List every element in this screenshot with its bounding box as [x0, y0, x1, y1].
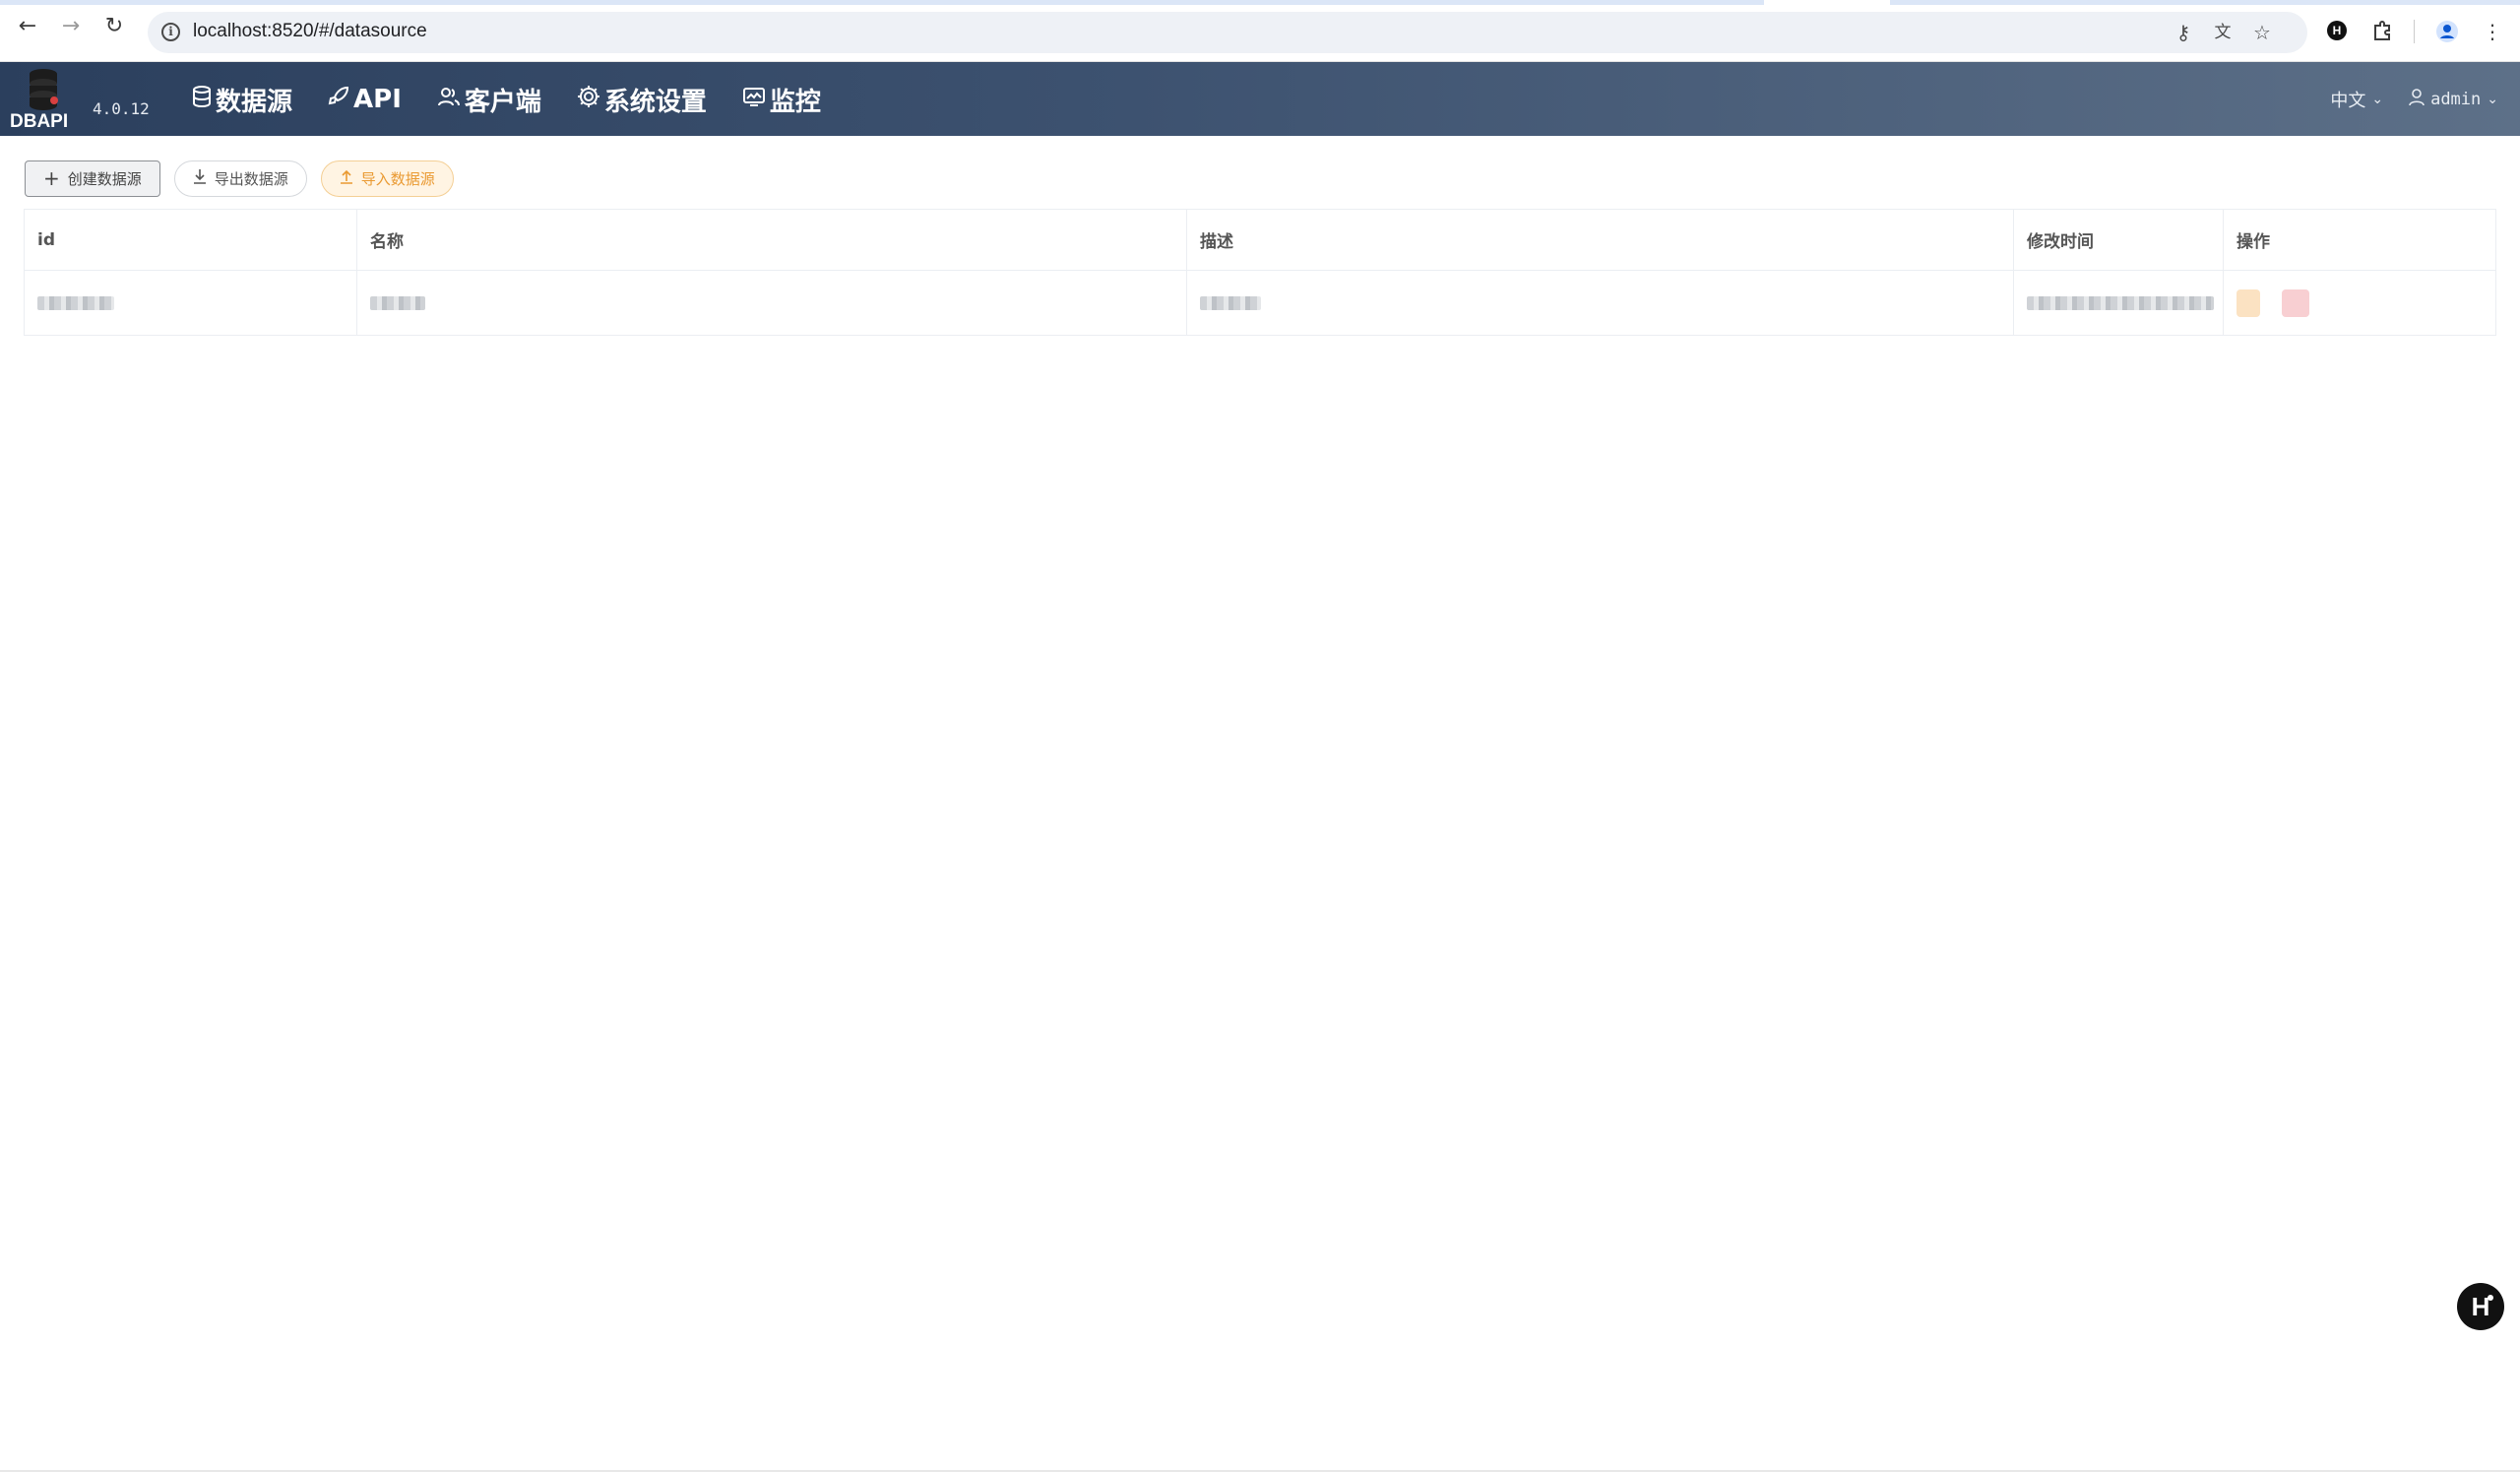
version-label: 4.0.12: [93, 99, 150, 118]
extension-h-icon[interactable]: H: [2325, 20, 2349, 43]
chevron-down-icon: ⌄: [2487, 92, 2498, 107]
gear-icon: [577, 85, 600, 114]
app-logo[interactable]: DBAPI: [10, 66, 79, 133]
table-header: id 名称 描述 修改时间 操作: [25, 210, 2495, 271]
menu-label-client: 客户端: [464, 87, 541, 117]
upload-icon: [340, 168, 353, 188]
column-header-description[interactable]: 描述: [1187, 210, 2014, 270]
rocket-icon: [328, 86, 349, 113]
monitor-icon: [742, 86, 766, 113]
column-header-actions: 操作: [2236, 232, 2270, 252]
user-name: admin: [2430, 90, 2482, 109]
import-datasource-button[interactable]: 导入数据源: [320, 160, 454, 197]
language-dropdown[interactable]: 中文 ⌄: [2330, 87, 2383, 112]
floating-assistant-button[interactable]: H: [2457, 1283, 2504, 1330]
cell-id: [25, 271, 357, 335]
logo-text: DBAPI: [10, 111, 69, 132]
create-datasource-label: 创建数据源: [67, 169, 142, 188]
browser-menu-icon[interactable]: ⋮: [2481, 20, 2504, 43]
import-datasource-label: 导入数据源: [360, 169, 435, 188]
menu-item-datasource[interactable]: 数据源: [192, 82, 292, 118]
header-actions: 中文 ⌄ admin ⌄: [2330, 86, 2498, 113]
edit-button[interactable]: [2236, 288, 2260, 317]
forward-icon[interactable]: →: [59, 15, 83, 38]
column-header-modified-time[interactable]: 修改时间: [2014, 210, 2224, 270]
password-key-icon[interactable]: ⚷: [2172, 21, 2195, 44]
browser-toolbar: ← → ↻ i localhost:8520/#/datasource ⚷ 文 …: [0, 0, 2520, 62]
redacted-text: [2027, 295, 2214, 310]
translate-icon[interactable]: 文: [2211, 21, 2235, 44]
profile-avatar-icon[interactable]: [2435, 20, 2459, 43]
datasource-toolbar: + 创建数据源 导出数据源 导入数据源: [25, 160, 454, 197]
column-header-name[interactable]: 名称: [357, 210, 1187, 270]
redacted-text: [370, 295, 425, 310]
download-icon: [193, 168, 207, 188]
extensions-puzzle-icon[interactable]: [2370, 20, 2394, 43]
export-datasource-label: 导出数据源: [214, 169, 288, 188]
cell-modified-time: [2014, 271, 2224, 335]
bookmark-star-icon[interactable]: ☆: [2250, 21, 2274, 44]
export-datasource-button[interactable]: 导出数据源: [173, 160, 307, 197]
menu-label-settings: 系统设置: [603, 87, 707, 117]
menu-label-api: API: [353, 85, 402, 114]
plus-icon: +: [43, 166, 60, 190]
url-text[interactable]: localhost:8520/#/datasource: [193, 21, 427, 42]
main-menu: 数据源 API 客户端 系统设置 监控: [192, 80, 821, 119]
database-logo-icon: [30, 69, 58, 110]
user-dropdown[interactable]: admin ⌄: [2409, 88, 2498, 111]
column-header-id[interactable]: id: [25, 210, 357, 270]
redacted-text: [1200, 295, 1261, 310]
cell-actions: [2224, 271, 2495, 335]
menu-item-client[interactable]: 客户端: [437, 82, 541, 118]
svg-text:H: H: [2333, 24, 2342, 37]
reload-icon[interactable]: ↻: [102, 15, 126, 38]
language-label: 中文: [2330, 91, 2366, 111]
info-icon[interactable]: i: [161, 23, 180, 41]
table-row[interactable]: [25, 271, 2495, 335]
tab-strip: [0, 0, 2520, 5]
cell-name: [357, 271, 1187, 335]
app-header: DBAPI 4.0.12 数据源 API 客户端 系统设置 监控 中文 ⌄ ad…: [0, 62, 2520, 136]
cell-description: [1187, 271, 2014, 335]
menu-item-settings[interactable]: 系统设置: [577, 82, 707, 118]
redacted-text: [37, 295, 114, 310]
toolbar-separator: [2414, 20, 2415, 43]
user-icon: [2409, 88, 2425, 111]
datasource-table: id 名称 描述 修改时间 操作: [24, 209, 2496, 336]
delete-button[interactable]: [2282, 288, 2309, 317]
dot-icon: [2488, 1295, 2493, 1301]
database-icon: [192, 86, 212, 113]
menu-label-monitor: 监控: [769, 87, 821, 117]
chevron-down-icon: ⌄: [2371, 92, 2384, 107]
users-icon: [437, 86, 461, 113]
address-bar[interactable]: i localhost:8520/#/datasource ⚷ 文 ☆: [148, 12, 2307, 53]
back-icon[interactable]: ←: [16, 15, 39, 38]
menu-item-api[interactable]: API: [328, 85, 402, 114]
menu-label-datasource: 数据源: [216, 87, 293, 117]
menu-item-monitor[interactable]: 监控: [742, 82, 821, 118]
create-datasource-button[interactable]: + 创建数据源: [25, 160, 160, 197]
